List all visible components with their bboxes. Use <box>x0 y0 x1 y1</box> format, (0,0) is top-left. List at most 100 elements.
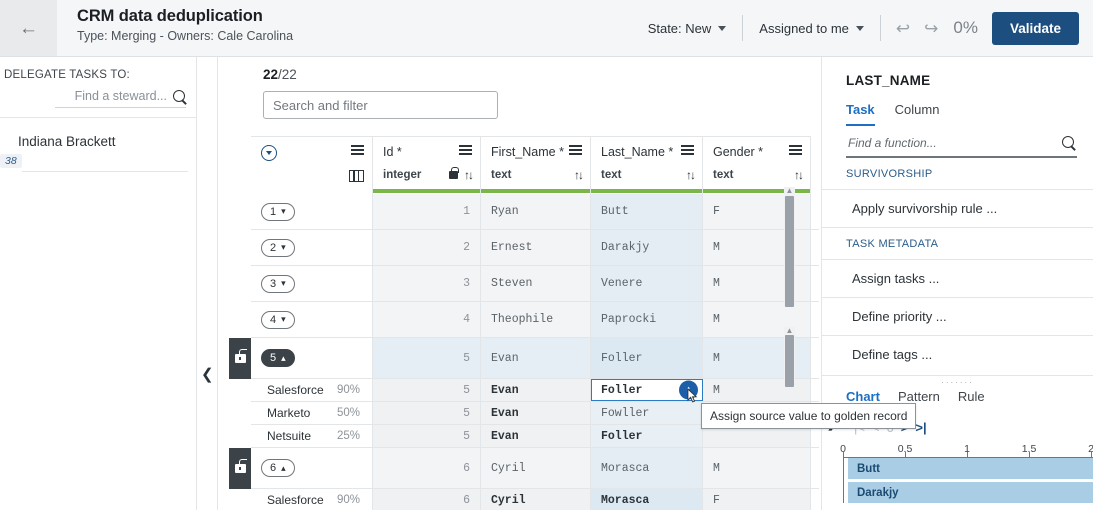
column-selector-icon[interactable] <box>349 170 364 182</box>
redo-icon[interactable]: ↪ <box>924 20 938 37</box>
row-select-cell[interactable]: 1 ▾ <box>251 194 373 229</box>
table-row-source[interactable]: Salesforce 90% 6 Cyril Morasca F <box>251 489 819 510</box>
undo-icon[interactable]: ↩ <box>896 20 910 37</box>
cell-id[interactable]: 5 <box>373 379 481 401</box>
pager-last[interactable]: >| <box>915 420 926 435</box>
cell-first-name[interactable]: Evan <box>481 425 591 447</box>
cell-id[interactable]: 4 <box>373 302 481 337</box>
row-expand-pill[interactable]: 1 ▾ <box>261 202 295 221</box>
row-expand-pill[interactable]: 2 ▾ <box>261 238 295 257</box>
burger-menu-icon[interactable] <box>459 145 472 155</box>
column-name: Last_Name * <box>601 145 674 159</box>
table-row[interactable]: 4 ▾ 4 Theophile Paprocki M <box>251 302 819 338</box>
expand-all-icon[interactable] <box>261 145 277 161</box>
drag-handle-icon[interactable]: ······· <box>822 376 1093 387</box>
table-scrollbar[interactable]: ▲ <box>784 327 795 387</box>
row-select-cell[interactable]: 4 ▾ <box>251 302 373 337</box>
record-lock-toggle[interactable] <box>229 338 251 379</box>
cell-last-name[interactable]: Butt <box>591 194 703 229</box>
cell-gender[interactable]: F <box>703 489 811 510</box>
chart-bar-row[interactable]: Butt <box>844 458 1093 479</box>
burger-menu-icon[interactable] <box>681 145 694 155</box>
tab-column[interactable]: Column <box>895 102 940 126</box>
burger-menu-icon[interactable] <box>789 145 802 155</box>
cell-id[interactable]: 6 <box>373 489 481 510</box>
burger-menu-icon[interactable] <box>569 145 582 155</box>
chart-bar[interactable]: Butt <box>848 458 1093 479</box>
sort-icon[interactable]: ↑↓ <box>794 168 804 182</box>
row-collapse-pill[interactable]: 5 ▴ <box>261 349 295 367</box>
record-lock-toggle[interactable] <box>229 448 251 489</box>
cell-first-name[interactable]: Evan <box>481 338 591 378</box>
row-collapse-pill[interactable]: 6 ▴ <box>261 459 295 477</box>
cell-id[interactable]: 5 <box>373 402 481 424</box>
cell-first-name[interactable]: Steven <box>481 266 591 301</box>
chart-bar-row[interactable]: Darakjy <box>844 482 1093 503</box>
chart-bar[interactable]: Darakjy <box>848 482 1093 503</box>
tab-rule[interactable]: Rule <box>958 389 985 413</box>
row-select-cell[interactable]: 2 ▾ <box>251 230 373 265</box>
menu-item-assign-tasks[interactable]: Assign tasks ... <box>822 258 1093 297</box>
cell-id[interactable]: 6 <box>373 448 481 488</box>
back-button[interactable]: ← <box>0 0 57 56</box>
cell-last-name[interactable]: Paprocki <box>591 302 703 337</box>
row-expand-pill[interactable]: 3 ▾ <box>261 274 295 293</box>
sidebar-item-steward[interactable]: Indiana Brackett 38 <box>0 118 196 172</box>
axis-tick <box>967 452 968 457</box>
source-cell[interactable]: Netsuite 25% <box>251 425 373 447</box>
cell-first-name[interactable]: Evan <box>481 402 591 424</box>
sort-icon[interactable]: ↑↓ <box>464 168 474 182</box>
row-select-cell[interactable]: 6 ▴ <box>251 448 373 488</box>
table-scrollbar[interactable]: ▲ <box>784 187 795 307</box>
validate-button[interactable]: Validate <box>991 11 1079 45</box>
cell-last-name[interactable]: Venere <box>591 266 703 301</box>
burger-menu-icon[interactable] <box>351 145 364 155</box>
cell-last-name[interactable]: Foller <box>591 338 703 378</box>
search-icon[interactable] <box>1062 135 1077 151</box>
sort-icon[interactable]: ↑↓ <box>686 168 696 182</box>
table-row-golden[interactable]: 6 ▴ 6 Cyril Morasca M <box>229 448 819 489</box>
search-icon[interactable] <box>173 89 188 105</box>
row-select-cell[interactable]: 5 ▴ <box>251 338 373 378</box>
cell-first-name[interactable]: Theophile <box>481 302 591 337</box>
source-cell[interactable]: Marketo 50% <box>251 402 373 424</box>
state-dropdown[interactable]: State: New <box>634 15 741 42</box>
cell-gender[interactable]: M <box>703 448 811 488</box>
menu-item-define-priority[interactable]: Define priority ... <box>822 296 1093 335</box>
cell-last-name[interactable]: Foller <box>591 425 703 447</box>
cell-last-name[interactable]: Morasca <box>591 448 703 488</box>
cell-first-name[interactable]: Ernest <box>481 230 591 265</box>
cell-first-name[interactable]: Cyril <box>481 448 591 488</box>
cell-id[interactable]: 2 <box>373 230 481 265</box>
table-row[interactable]: 3 ▾ 3 Steven Venere M <box>251 266 819 302</box>
search-and-filter-input[interactable] <box>263 91 498 119</box>
menu-item-define-tags[interactable]: Define tags ... <box>822 334 1093 373</box>
function-search-input[interactable] <box>846 135 1062 151</box>
row-expand-pill[interactable]: 4 ▾ <box>261 310 295 329</box>
cell-first-name[interactable]: Evan <box>481 379 591 401</box>
source-cell[interactable]: Salesforce 90% <box>251 379 373 401</box>
row-select-cell[interactable]: 3 ▾ <box>251 266 373 301</box>
scrollbar-thumb[interactable] <box>785 335 794 387</box>
cell-last-name[interactable]: Morasca <box>591 489 703 510</box>
steward-search-input[interactable] <box>0 87 173 107</box>
scrollbar-thumb[interactable] <box>785 196 794 307</box>
cell-id[interactable]: 5 <box>373 425 481 447</box>
cell-last-name[interactable]: Darakjy <box>591 230 703 265</box>
cell-id[interactable]: 3 <box>373 266 481 301</box>
cell-id[interactable]: 1 <box>373 194 481 229</box>
cell-first-name[interactable]: Ryan <box>481 194 591 229</box>
tab-task[interactable]: Task <box>846 102 875 126</box>
table-row-golden[interactable]: 5 ▴ 5 Evan Foller M <box>229 338 819 379</box>
cell-last-name[interactable]: Fowller <box>591 402 703 424</box>
cell-id[interactable]: 5 <box>373 338 481 378</box>
table-row[interactable]: 1 ▾ 1 Ryan Butt F <box>251 194 819 230</box>
assignee-dropdown[interactable]: Assigned to me <box>745 15 878 42</box>
source-cell[interactable]: Salesforce 90% <box>251 489 373 510</box>
menu-item-apply-survivorship-rule[interactable]: Apply survivorship rule ... <box>822 188 1093 227</box>
cell-first-name[interactable]: Cyril <box>481 489 591 510</box>
table-row-source[interactable]: Salesforce 90% 5 Evan Foller ↑ M <box>251 379 819 402</box>
sort-icon[interactable]: ↑↓ <box>574 168 584 182</box>
chevron-left-icon[interactable]: ❮ <box>201 367 214 382</box>
table-row[interactable]: 2 ▾ 2 Ernest Darakjy M <box>251 230 819 266</box>
